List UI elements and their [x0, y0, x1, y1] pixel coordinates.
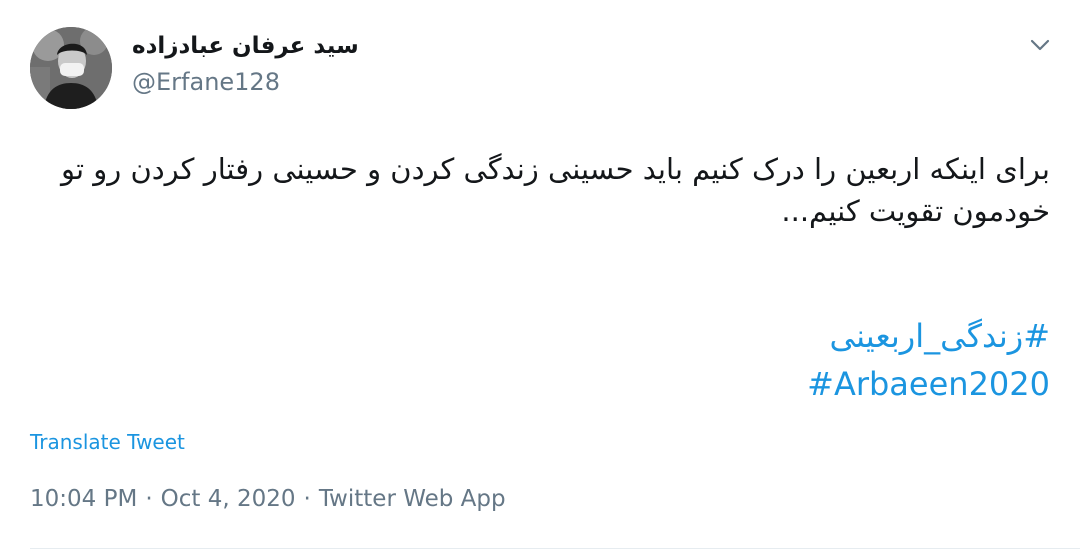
hashtag-link[interactable]: #Arbaeen2020: [30, 360, 1050, 408]
avatar-photo-icon: [30, 27, 112, 109]
meta-separator: ·: [303, 486, 311, 512]
tweet-card: سید عرفان عبادزاده @Erfane128 برای اینکه…: [0, 0, 1080, 552]
tweet-metadata: 10:04 PM · Oct 4, 2020 · Twitter Web App: [30, 482, 506, 516]
tweet-text: برای اینکه اربعین را درک کنیم باید حسینی…: [60, 152, 1050, 228]
author-handle[interactable]: @Erfane128: [132, 66, 280, 98]
avatar[interactable]: [30, 27, 112, 109]
translate-tweet-link[interactable]: Translate Tweet: [30, 428, 185, 456]
tweet-source[interactable]: Twitter Web App: [319, 486, 506, 512]
hashtag-list: #زندگی_اربعینی #Arbaeen2020: [30, 312, 1050, 408]
tweet-menu-button[interactable]: [1022, 30, 1058, 60]
meta-separator: ·: [145, 486, 153, 512]
hashtag-link[interactable]: #زندگی_اربعینی: [30, 312, 1050, 360]
chevron-down-icon: [1030, 39, 1050, 51]
tweet-time[interactable]: 10:04 PM: [30, 486, 137, 512]
tweet-date[interactable]: Oct 4, 2020: [161, 486, 296, 512]
author-display-name[interactable]: سید عرفان عبادزاده: [132, 30, 372, 62]
divider: [30, 548, 1080, 549]
